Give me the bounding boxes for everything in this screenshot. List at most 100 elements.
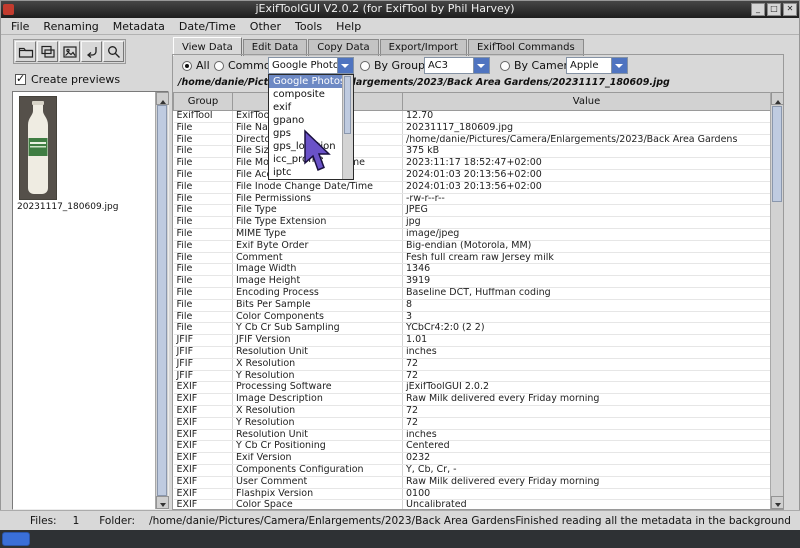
table-cell: EXIF: [174, 441, 233, 453]
tab-edit-data[interactable]: Edit Data: [243, 39, 307, 56]
table-cell: 375 kB: [403, 146, 771, 158]
close-button[interactable]: ✕: [783, 3, 797, 16]
open-folder-button[interactable]: [15, 41, 36, 62]
table-row[interactable]: FileFile Size375 kB: [174, 146, 771, 158]
table-cell: User Comment: [233, 476, 403, 488]
table-row[interactable]: FileEncoding ProcessBaseline DCT, Huffma…: [174, 287, 771, 299]
table-row[interactable]: JFIFResolution Unitinches: [174, 346, 771, 358]
minimize-button[interactable]: _: [751, 3, 765, 16]
table-row[interactable]: FileFile Access Date/Time2024:01:03 20:1…: [174, 169, 771, 181]
menu-help[interactable]: Help: [329, 20, 368, 33]
taskbar-app-button[interactable]: [2, 532, 30, 546]
filelist-scrollbar[interactable]: [155, 92, 168, 509]
table-cell: 2024:01:03 20:13:56+02:00: [403, 181, 771, 193]
tab-export-import[interactable]: Export/Import: [380, 39, 467, 56]
titlebar[interactable]: jExifToolGUI V2.0.2 (for ExifTool by Phi…: [0, 0, 800, 18]
image-icon: [62, 44, 78, 60]
table-row[interactable]: JFIFX Resolution72: [174, 358, 771, 370]
table-row[interactable]: FileExif Byte OrderBig-endian (Motorola,…: [174, 240, 771, 252]
table-row[interactable]: FileFile Name20231117_180609.jpg: [174, 122, 771, 134]
table-row[interactable]: EXIFY Cb Cr PositioningCentered: [174, 441, 771, 453]
single-image-button[interactable]: [59, 41, 80, 62]
popup-scrollbar[interactable]: [342, 75, 353, 179]
table-row[interactable]: FileFile Inode Change Date/Time2024:01:0…: [174, 181, 771, 193]
radio-all[interactable]: All: [182, 57, 210, 74]
table-cell: EXIF: [174, 417, 233, 429]
scroll-up-arrow-icon[interactable]: [771, 92, 784, 105]
menu-tools[interactable]: Tools: [288, 20, 329, 33]
table-row[interactable]: EXIFFlashpix Version0100: [174, 488, 771, 500]
radio-by-camera[interactable]: By Camera: [500, 57, 575, 74]
table-row[interactable]: EXIFY Resolution72: [174, 417, 771, 429]
table-row[interactable]: EXIFColor SpaceUncalibrated: [174, 500, 771, 509]
table-row[interactable]: ExifToolExifTool Version Number12.70: [174, 111, 771, 123]
dropdown-option-gps-location[interactable]: gps_location: [269, 140, 342, 153]
table-row[interactable]: EXIFExif Version0232: [174, 453, 771, 465]
tab-copy-data[interactable]: Copy Data: [308, 39, 378, 56]
popup-scrollbar-thumb[interactable]: [344, 76, 351, 134]
table-row[interactable]: FileFile Modification Date/Time2023:11:1…: [174, 158, 771, 170]
radio-by-group[interactable]: By Group: [360, 57, 425, 74]
tab-view-data[interactable]: View Data: [173, 37, 242, 56]
table-row[interactable]: EXIFResolution Unitinches: [174, 429, 771, 441]
table-row[interactable]: FileImage Width1346: [174, 264, 771, 276]
scrollbar-thumb[interactable]: [772, 106, 782, 202]
table-cell: Components Configuration: [233, 464, 403, 476]
table-row[interactable]: EXIFImage DescriptionRaw Milk delivered …: [174, 394, 771, 406]
chevron-down-icon[interactable]: [611, 58, 627, 73]
tab-exiftool-commands[interactable]: ExifTool Commands: [468, 39, 584, 56]
camera-combobox[interactable]: Apple: [566, 57, 628, 74]
table-row[interactable]: EXIFUser CommentRaw Milk delivered every…: [174, 476, 771, 488]
table-row[interactable]: FileFile Type Extensionjpg: [174, 217, 771, 229]
dropdown-option-composite[interactable]: composite: [269, 88, 342, 101]
table-row[interactable]: FileMIME Typeimage/jpeg: [174, 228, 771, 240]
scroll-down-arrow-icon[interactable]: [771, 496, 784, 509]
column-header-value[interactable]: Value: [403, 93, 771, 111]
table-row[interactable]: EXIFComponents ConfigurationY, Cb, Cr, -: [174, 464, 771, 476]
dropdown-option-iptc[interactable]: iptc: [269, 166, 342, 179]
create-previews-checkbox[interactable]: Create previews: [15, 73, 120, 86]
column-header-group[interactable]: Group: [174, 93, 233, 111]
preview-button[interactable]: [103, 41, 124, 62]
file-thumbnail[interactable]: [19, 96, 57, 200]
chevron-down-icon[interactable]: [473, 58, 489, 73]
table-cell: -rw-r--r--: [403, 193, 771, 205]
scroll-up-arrow-icon[interactable]: [156, 92, 169, 105]
table-row[interactable]: FileDirectory/home/danie/Pictures/Camera…: [174, 134, 771, 146]
tagset-combobox[interactable]: Google Photos: [268, 57, 354, 74]
table-scrollbar[interactable]: [770, 92, 783, 509]
menu-metadata[interactable]: Metadata: [106, 20, 172, 33]
table-row[interactable]: FileCommentFesh full cream raw Jersey mi…: [174, 252, 771, 264]
chevron-down-icon[interactable]: [337, 58, 353, 73]
menu-file[interactable]: File: [4, 20, 36, 33]
table-row[interactable]: FileY Cb Cr Sub SamplingYCbCr4:2:0 (2 2): [174, 323, 771, 335]
table-cell: 8: [403, 299, 771, 311]
table-row[interactable]: FileImage Height3919: [174, 276, 771, 288]
menu-renaming[interactable]: Renaming: [36, 20, 105, 33]
table-row[interactable]: JFIFJFIF Version1.01: [174, 335, 771, 347]
dropdown-option-google-photos[interactable]: Google Photos: [269, 75, 342, 88]
menu-date-time[interactable]: Date/Time: [172, 20, 243, 33]
dropdown-option-gps[interactable]: gps: [269, 127, 342, 140]
group-combobox-value: AC3: [425, 58, 473, 73]
dropdown-option-gpano[interactable]: gpano: [269, 114, 342, 127]
dropdown-option-icc-profile[interactable]: icc_profile: [269, 153, 342, 166]
table-row[interactable]: JFIFY Resolution72: [174, 370, 771, 382]
reload-button[interactable]: [81, 41, 102, 62]
table-row[interactable]: FileColor Components3: [174, 311, 771, 323]
table-cell: 0232: [403, 453, 771, 465]
table-cell: EXIF: [174, 464, 233, 476]
table-row[interactable]: FileFile TypeJPEG: [174, 205, 771, 217]
menu-other[interactable]: Other: [243, 20, 288, 33]
table-row[interactable]: FileBits Per Sample8: [174, 299, 771, 311]
scrollbar-thumb[interactable]: [157, 105, 167, 496]
dropdown-option-exif[interactable]: exif: [269, 101, 342, 114]
maximize-button[interactable]: □: [767, 3, 781, 16]
table-cell: File: [174, 146, 233, 158]
table-row[interactable]: EXIFX Resolution72: [174, 405, 771, 417]
table-row[interactable]: FileFile Permissions-rw-r--r--: [174, 193, 771, 205]
load-images-button[interactable]: [37, 41, 58, 62]
group-combobox[interactable]: AC3: [424, 57, 490, 74]
table-row[interactable]: EXIFProcessing SoftwarejExifToolGUI 2.0.…: [174, 382, 771, 394]
scroll-down-arrow-icon[interactable]: [156, 496, 169, 509]
